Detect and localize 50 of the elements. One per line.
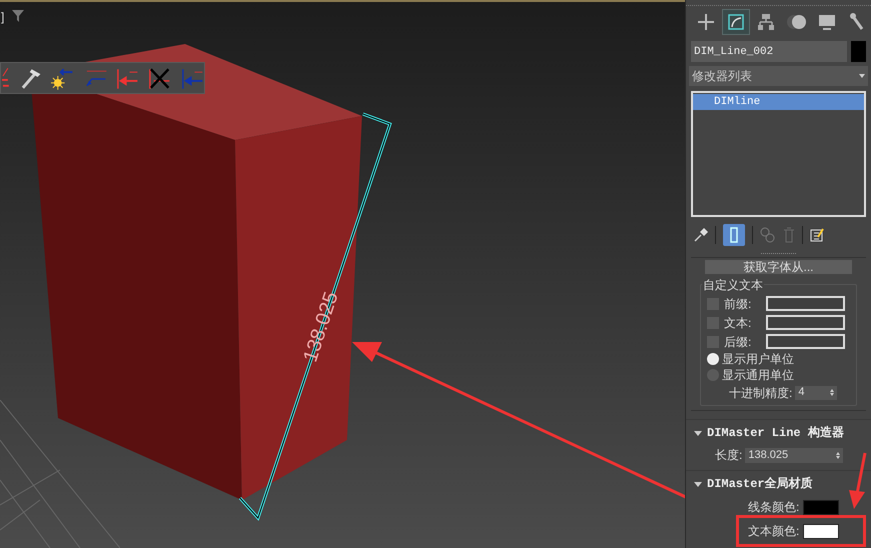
color-swatch[interactable] — [803, 524, 840, 538]
annotation-arrow — [846, 452, 868, 510]
wrench-icon — [850, 13, 864, 31]
length-label: 长度: — [715, 447, 742, 464]
tube-icon — [730, 227, 738, 243]
show-end-result-button[interactable] — [723, 224, 745, 246]
configure-icon[interactable] — [810, 228, 824, 242]
viewport-label: ] — [1, 9, 4, 26]
rollout-title[interactable]: DIMaster全局材质 — [707, 475, 813, 493]
text-field[interactable] — [766, 334, 845, 349]
radio-label: 显示通用单位 — [722, 367, 794, 384]
filter-icon[interactable] — [12, 10, 24, 22]
plus-icon — [697, 13, 716, 31]
get-font-button[interactable]: 获取字体从... — [705, 260, 852, 274]
collapse-caret-icon[interactable] — [694, 482, 702, 486]
color-swatch[interactable] — [803, 500, 840, 514]
cross-dimension-icon[interactable] — [148, 66, 172, 90]
object-color-swatch[interactable] — [850, 41, 866, 62]
precision-spinner[interactable]: 4 — [795, 386, 838, 400]
dimension-text: 138.025 — [298, 288, 344, 366]
hierarchy-icon — [757, 13, 776, 31]
collapse-caret-icon[interactable] — [694, 430, 702, 436]
unit-radio[interactable] — [707, 353, 719, 365]
field-label: 前缀: — [724, 296, 752, 312]
curve-frame-icon — [727, 13, 746, 31]
color-label: 线条颜色: — [748, 499, 800, 516]
length-spinner[interactable]: 138.025 — [745, 448, 844, 462]
object-name-field[interactable]: DIM_Line_002 — [691, 41, 847, 62]
color-label: 文本颜色: — [748, 523, 800, 540]
command-tab[interactable] — [722, 9, 750, 35]
spinner-arrows-icon — [830, 389, 834, 396]
length-value: 138.025 — [748, 448, 788, 463]
modifier-list-dropdown[interactable]: 修改器列表 — [689, 66, 868, 86]
group-title: 自定义文本 — [702, 276, 764, 294]
sun-arrow-icon[interactable] — [51, 66, 75, 90]
dropdown-caret-icon — [859, 74, 865, 78]
precision-value: 4 — [798, 385, 804, 400]
text-field[interactable] — [766, 315, 845, 330]
precision-label: 十进制精度: — [729, 384, 792, 402]
sphere-icon — [786, 13, 808, 31]
radio-label: 显示用户单位 — [722, 351, 794, 368]
rollout-title[interactable]: DIMaster Line 构造器 — [707, 424, 844, 442]
modifier-stack-item[interactable]: DIMline — [693, 94, 864, 110]
field-label: 文本: — [724, 314, 752, 332]
modifier-list-label: 修改器列表 — [692, 68, 752, 85]
pin-icon[interactable] — [694, 228, 708, 242]
field-label: 后缀: — [724, 334, 752, 350]
monitor-icon — [818, 13, 836, 31]
text-field[interactable] — [766, 296, 845, 311]
spinner-arrows-icon — [836, 452, 840, 458]
